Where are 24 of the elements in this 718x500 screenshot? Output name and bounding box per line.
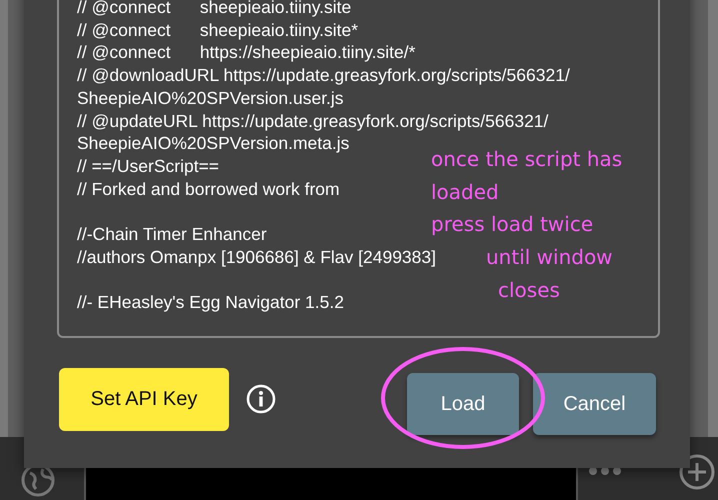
cancel-button[interactable]: Cancel <box>533 373 656 435</box>
code-line: // @connect sheepieaio.tiiny.site* <box>77 18 358 42</box>
annotation-text: once the script has <box>431 146 622 173</box>
code-line: // Forked and borrowed work from <box>77 178 340 200</box>
set-api-key-button[interactable]: Set API Key <box>59 368 229 430</box>
code-line: // @updateURL https://update.greasyfork.org/scripts/566321/ <box>77 110 548 132</box>
add-icon[interactable] <box>678 453 716 491</box>
code-line: // ==/UserScript== <box>77 154 220 178</box>
annotation-text: closes <box>498 276 561 304</box>
more-icon[interactable] <box>587 465 623 477</box>
script-text-area[interactable] <box>57 0 660 338</box>
load-button[interactable]: Load <box>407 373 519 435</box>
code-line: SheepieAIO%20SPVersion.user.js <box>77 86 344 110</box>
annotation-text: press load twice <box>431 211 594 238</box>
code-line: SheepieAIO%20SPVersion.meta.js <box>77 132 350 155</box>
code-line: // @connect sheepieaio.tiiny.site <box>77 0 352 19</box>
annotation-text: loaded <box>431 178 500 206</box>
code-line: //authors Omanpx [1906686] & Flav [2499383] <box>77 246 436 268</box>
code-line: //- EHeasley's Egg Navigator 1.5.2 <box>77 290 344 314</box>
code-line: //-Chain Timer Enhancer <box>77 222 267 246</box>
info-icon[interactable] <box>246 384 276 414</box>
code-line: // @downloadURL https://update.greasyfork.org/scripts/566321/ <box>77 64 570 87</box>
code-line: // @connect https://sheepieaio.tiiny.site/* <box>77 41 416 64</box>
annotation-text: until window <box>486 244 614 272</box>
